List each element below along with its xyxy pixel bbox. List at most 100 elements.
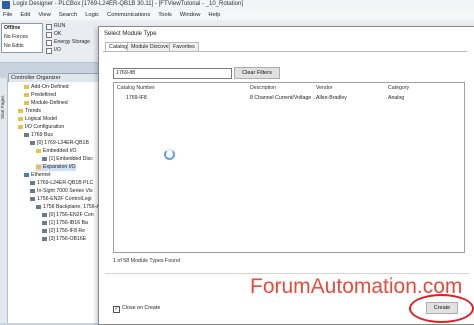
close-on-create-checkbox[interactable]: ✓ [113, 306, 120, 313]
bus-icon [24, 132, 29, 137]
backplane-icon [36, 204, 41, 209]
menu-search[interactable]: Search [59, 11, 77, 20]
window-title: Logix Designer - PLCBox [1769-L24ER-QB1B… [13, 1, 244, 7]
tree-label: [3] 1756-OB16E [49, 236, 87, 242]
tree-label: Module-Defined [31, 100, 68, 106]
tree-label: 1756 Backplane, 1756-A [43, 204, 100, 210]
table-row[interactable]: 1769-IF8 8 Channel Current/Voltage ... A… [114, 94, 464, 102]
tree-item[interactable]: Logical Model [18, 116, 57, 123]
tree-item[interactable]: Ethernet [24, 172, 51, 179]
menu-bar: File Edit View Search Logic Communications Too… [0, 11, 474, 20]
col-description[interactable]: Description [250, 85, 276, 91]
module-icon [30, 180, 35, 185]
col-catalog-number[interactable]: Catalog Number [117, 85, 155, 91]
tree-label: I/O Configuration [25, 124, 65, 130]
tree-item[interactable]: 1756 Backplane, 1756-A [36, 204, 100, 211]
menu-view[interactable]: View [38, 11, 50, 20]
tree-label: Embedded I/O [43, 148, 77, 154]
catalog-search-input[interactable]: 1769-if8 [113, 68, 232, 79]
module-icon [30, 188, 35, 193]
module-icon [42, 236, 47, 241]
tree-item[interactable]: [2] 1756-IF8 Re [42, 228, 85, 235]
menu-logic[interactable]: Logic [85, 11, 99, 20]
col-category[interactable]: Category [388, 85, 409, 91]
menu-edit[interactable]: Edit [20, 11, 30, 20]
forces-text: No Forces [4, 34, 28, 40]
run-label: RUN [54, 23, 66, 29]
tree-label: Logical Model [25, 116, 58, 122]
energy-indicator-icon [46, 40, 52, 46]
tree-label: [1] 1756-IB16 Ba [49, 220, 88, 226]
cell-vendor: Allen-Bradley [316, 95, 347, 101]
tree-label: Expansion I/O [43, 164, 76, 170]
menu-tools[interactable]: Tools [158, 11, 172, 20]
folder-icon [24, 92, 29, 97]
folder-icon [18, 108, 23, 113]
highlight-ring [409, 294, 474, 323]
ok-indicator-icon [46, 32, 52, 38]
tree-item[interactable]: Add-On-Defined [24, 84, 69, 91]
folder-icon [36, 148, 41, 153]
tree-label: [1] Embedded Disc [49, 156, 93, 162]
tree-item[interactable]: Embedded I/O [36, 148, 76, 155]
io-label: I/O [54, 47, 61, 53]
folder-icon [24, 100, 29, 105]
tree-item[interactable]: [3] 1756-OB16E [42, 236, 86, 243]
close-on-create-label: Close on Create [122, 305, 161, 311]
tree-item[interactable]: Module-Defined [24, 100, 68, 107]
tree-item[interactable]: [0] 1769-L24ER-QB1B [30, 140, 89, 147]
cell-catalog: 1769-IF8 [126, 95, 147, 101]
module-icon [42, 212, 47, 217]
app-logo-icon [2, 1, 10, 9]
controller-mode-panel: Offline No Forces No Edits [1, 23, 43, 53]
energy-label: Energy Storage [54, 39, 91, 45]
tree-label: Ethernet [31, 172, 51, 178]
tree-item[interactable]: In-Sight 7000 Series Vis [30, 188, 93, 195]
tree-item[interactable]: [1] Embedded Disc [42, 156, 93, 163]
select-module-type-dialog: Select Module Type Catalog Module Discov… [98, 26, 474, 325]
tree-item[interactable]: 1769-L24ER-QB1B PLC [30, 180, 93, 187]
cell-category: Analog [388, 95, 405, 101]
tree-item-selected[interactable]: Expansion I/O [36, 164, 76, 171]
tree-item[interactable]: Trends [18, 108, 41, 115]
edits-text: No Edits [4, 43, 24, 49]
clear-filters-button[interactable]: Clear Filters [234, 67, 280, 79]
menu-communications[interactable]: Communications [107, 11, 150, 20]
tree-label: Predefined [31, 92, 57, 98]
ok-label: OK [54, 31, 62, 37]
menu-window[interactable]: Window [180, 11, 201, 20]
network-icon [24, 172, 29, 177]
folder-icon [18, 116, 23, 121]
tree-item[interactable]: [1] 1756-IB16 Ba [42, 220, 88, 227]
tree-label: 1769 Bus [31, 132, 53, 138]
module-count-text: 1 of 58 Module Types Found [113, 258, 181, 264]
tree-item[interactable]: [0] 1756-EN2F Con [42, 212, 94, 219]
tree-label: [2] 1756-IF8 Re [49, 228, 86, 234]
tree-item[interactable]: Predefined [24, 92, 56, 99]
dialog-divider [105, 273, 469, 274]
run-indicator-icon [46, 24, 52, 30]
tree-item[interactable]: 1769 Bus [24, 132, 53, 139]
menu-file[interactable]: File [3, 11, 12, 20]
tab-divider [103, 51, 467, 52]
col-vendor[interactable]: Vendor [316, 85, 332, 91]
tree-item[interactable]: 1756-EN2F ControlLogi [30, 196, 92, 203]
module-icon [42, 220, 47, 225]
tree-item[interactable]: I/O Configuration [18, 124, 64, 131]
mode-text: Offline [4, 25, 21, 31]
folder-icon [36, 164, 41, 169]
tree-label: 1756-EN2F ControlLogi [37, 196, 92, 202]
controller-organizer-tree: Add-On-Defined Predefined Module-Defined… [8, 82, 100, 323]
folder-icon [18, 124, 23, 129]
start-pages-label: Start Pages [0, 95, 5, 119]
menu-help[interactable]: Help [208, 11, 220, 20]
dialog-title: Select Module Type [104, 31, 157, 37]
loading-spinner-icon [164, 149, 175, 160]
tree-label: Add-On-Defined [31, 84, 69, 90]
start-pages-tab[interactable]: Start Pages [0, 78, 8, 323]
module-icon [30, 140, 35, 145]
status-lights: RUN OK Energy Storage I/O [46, 23, 96, 57]
tree-label: [0] 1769-L24ER-QB1B [37, 140, 89, 146]
tree-label: 1769-L24ER-QB1B PLC [37, 180, 94, 186]
module-icon [42, 228, 47, 233]
